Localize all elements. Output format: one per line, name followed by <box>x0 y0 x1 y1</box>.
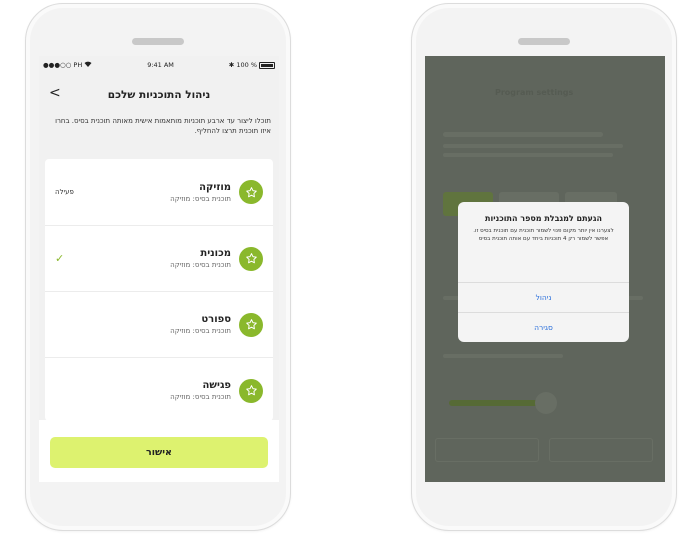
status-time: 9:41 AM <box>147 61 174 69</box>
program-name: ספורט <box>201 314 231 325</box>
program-list: מוזיקה תוכנית בסיס: מוזיקה פעילה מכונית … <box>45 159 273 421</box>
battery-icon <box>259 61 275 69</box>
manage-programs-screen: ●●●○○ PH 9:41 AM ✱ 100 % < ניהול התוכניו… <box>39 56 279 482</box>
dialog-title: הגעתם למגבלת מספר התוכניות <box>485 214 602 223</box>
program-name: מוזיקה <box>199 181 231 193</box>
phone-speaker <box>132 38 184 45</box>
program-row-car[interactable]: מכונית תוכנית בסיס: מוזיקה ✓ <box>45 225 273 291</box>
star-icon <box>239 378 263 403</box>
close-button[interactable]: סגירה <box>458 312 629 342</box>
bluetooth-icon: ✱ <box>228 61 235 69</box>
manage-button[interactable]: ניהול <box>458 282 629 312</box>
program-base: תוכנית בסיס: מוזיקה <box>170 261 231 269</box>
program-base: תוכנית בסיס: מוזיקה <box>170 393 231 401</box>
star-icon <box>239 246 263 271</box>
program-limit-dialog: הגעתם למגבלת מספר התוכניות לצערנו אין יו… <box>458 202 629 342</box>
phone-frame-right: Program settings הגעתם למגבלת מספר התוכנ… <box>411 3 677 531</box>
star-icon <box>239 312 263 337</box>
wifi-icon <box>84 61 92 69</box>
confirm-button[interactable]: אישור <box>50 437 268 468</box>
program-row-music[interactable]: מוזיקה תוכנית בסיס: מוזיקה פעילה <box>45 159 273 225</box>
page-title: ניהול התוכניות שלכם <box>107 89 211 101</box>
phone-frame-left: ●●●○○ PH 9:41 AM ✱ 100 % < ניהול התוכניו… <box>25 3 291 531</box>
program-base: תוכנית בסיס: מוזיקה <box>170 194 231 203</box>
checkmark-icon: ✓ <box>55 252 65 265</box>
page-description: תוכלו ליצור עד ארבע תוכניות מותאמות אישי… <box>55 117 271 135</box>
program-settings-screen: Program settings הגעתם למגבלת מספר התוכנ… <box>425 56 665 482</box>
bottom-action-bar: אישור <box>39 420 279 482</box>
status-bar: ●●●○○ PH 9:41 AM ✱ 100 % <box>39 56 279 74</box>
program-name: פגישה <box>202 380 231 391</box>
carrier-signal: ●●●○○ PH <box>43 61 83 69</box>
active-status-label: פעילה <box>55 188 74 196</box>
program-base: תוכנית בסיס: מוזיקה <box>170 327 231 335</box>
program-name: מכונית <box>200 248 231 259</box>
screen-header: < ניהול התוכניות שלכם <box>39 74 279 116</box>
phone-speaker <box>518 38 570 45</box>
back-chevron-icon[interactable]: < <box>49 85 61 101</box>
dialog-message: לצערנו אין יותר מקום פנוי לשמור תוכנית ע… <box>473 228 614 242</box>
program-row-meeting[interactable]: פגישה תוכנית בסיס: מוזיקה <box>45 357 273 423</box>
battery-percent: 100 % <box>236 61 257 69</box>
star-icon <box>239 180 263 204</box>
program-row-sport[interactable]: ספורט תוכנית בסיס: מוזיקה <box>45 291 273 357</box>
